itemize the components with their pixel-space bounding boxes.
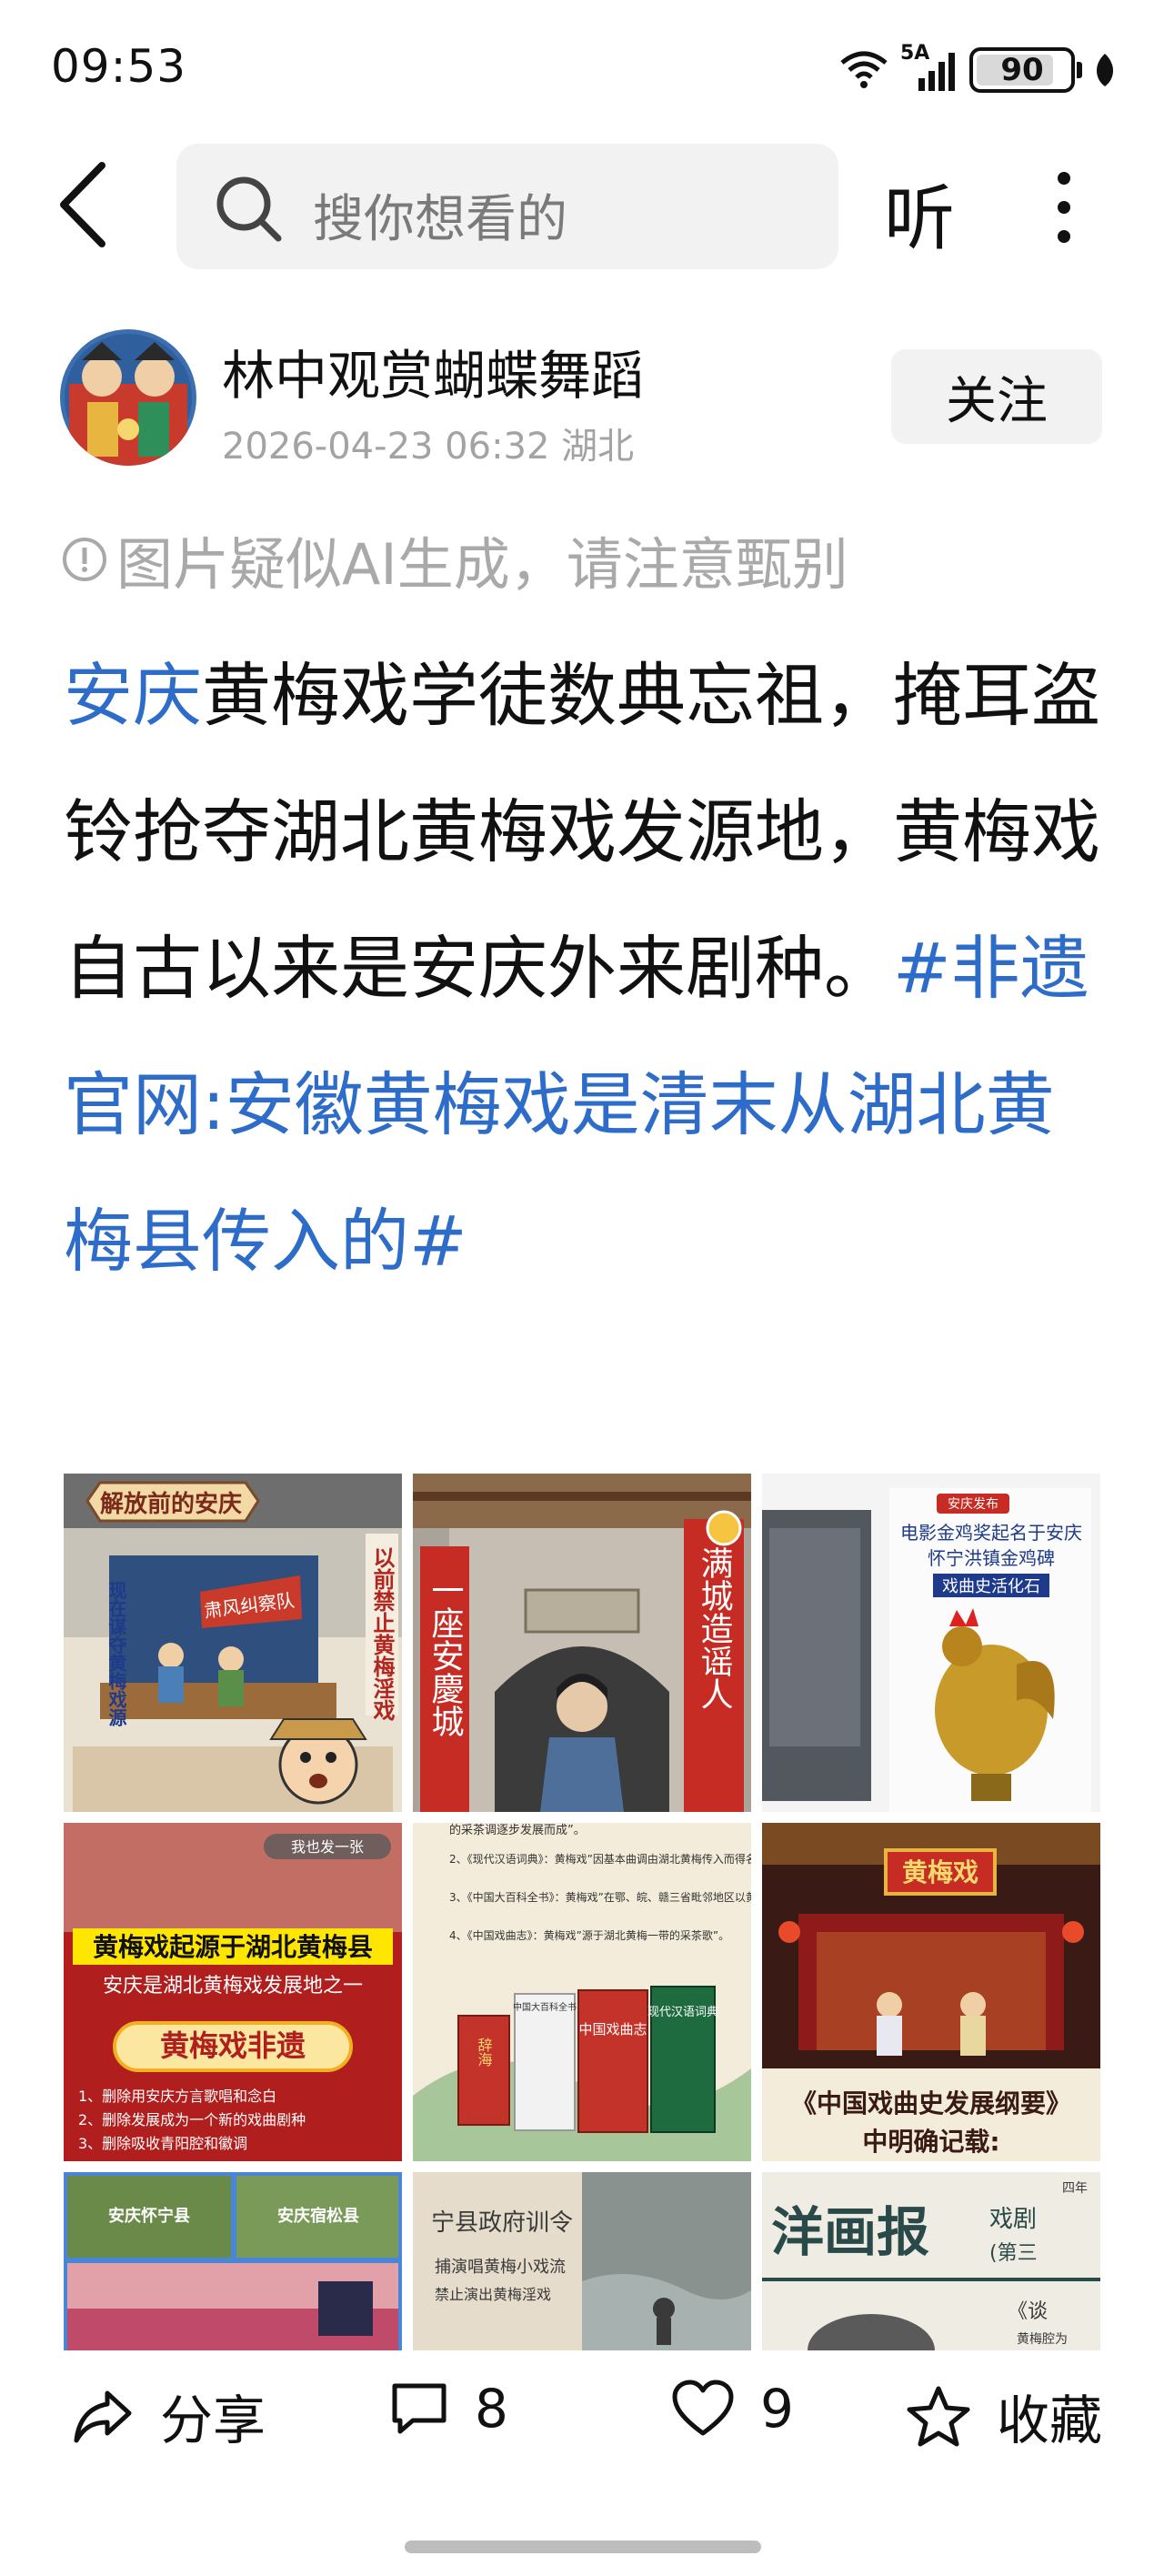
img9-side2: (第三 — [989, 2242, 1038, 2265]
post-meta: 2026-04-23 06:32 湖北 — [222, 426, 635, 468]
info-icon — [63, 538, 106, 581]
img4-item2: 2、删除发展成为一个新的戏曲剧种 — [78, 2111, 306, 2128]
ai-notice: 图片疑似AI生成，请注意甄别 — [60, 518, 848, 600]
comment-count: 8 — [475, 2378, 508, 2440]
post-image-7[interactable]: 安庆怀宁县 安庆宿松县 — [64, 2172, 402, 2350]
img6-caption1: 《中国戏曲史发展纲要》 — [791, 2088, 1071, 2118]
ai-notice-text: 图片疑似AI生成，请注意甄别 — [116, 531, 848, 598]
avatar[interactable] — [60, 329, 196, 466]
wifi-icon — [840, 51, 888, 88]
img2-right: 满城造谣人 — [696, 1546, 733, 1710]
img3-badge: 安庆发布 — [948, 1497, 998, 1512]
img3-line1: 电影金鸡奖起名于安庆 — [900, 1522, 1082, 1544]
img6-sign: 黄梅戏 — [902, 1857, 978, 1887]
img1-banner: 解放前的安庆 — [100, 1490, 242, 1518]
heart-icon — [672, 2380, 734, 2436]
battery-percent: 90 — [1000, 52, 1044, 88]
post-image-6[interactable]: 黄梅戏 《中国戏曲史发展纲要》 中明确记载: — [762, 1823, 1100, 2161]
favorite-button[interactable]: 收藏 — [906, 2378, 1102, 2454]
share-button[interactable]: 分享 — [71, 2378, 266, 2454]
status-icons: 5A 90 — [838, 42, 1117, 93]
location-link[interactable]: 安庆 — [64, 655, 202, 736]
img4-line2: 安庆是湖北黄梅戏发展地之一 — [103, 1975, 363, 1997]
listen-button[interactable]: 听 — [884, 162, 955, 264]
img7-label1: 安庆怀宁县 — [108, 2206, 190, 2226]
battery-icon: 90 — [969, 47, 1082, 93]
signal-icon: 5A — [900, 42, 958, 93]
comment-icon — [392, 2383, 447, 2434]
post-image-3[interactable]: 安庆发布 电影金鸡奖起名于安庆 怀宁洪镇金鸡碑 戏曲史活化石 — [762, 1474, 1100, 1812]
img4-item1: 1、删除用安庆方言歌唱和念白 — [78, 2088, 276, 2105]
leaf-icon — [1096, 54, 1114, 86]
like-button[interactable]: 9 — [671, 2378, 794, 2440]
img9-title: 洋画报 — [771, 2201, 929, 2263]
back-icon[interactable] — [44, 155, 125, 255]
img5-book1: 辞海 — [476, 2038, 493, 2067]
author-name[interactable]: 林中观赏蝴蝶舞蹈 — [222, 333, 644, 409]
status-time: 09:53 — [51, 40, 187, 93]
img9-bottom2: 黄梅腔为 — [1017, 2331, 1068, 2347]
img1-right: 以前禁止黄梅淫戏 — [369, 1546, 396, 1721]
comment-button[interactable]: 8 — [389, 2378, 508, 2440]
img8-text1: 宁县政府训令 — [431, 2209, 573, 2237]
more-icon[interactable] — [1037, 162, 1091, 253]
star-icon — [907, 2386, 970, 2447]
post-image-9[interactable]: 四年 洋画报 戏剧 (第三 《谈 黄梅腔为 — [762, 2172, 1100, 2350]
battery-level: 90 — [969, 47, 1075, 93]
img8-text2: 捕演唱黄梅小戏流 — [435, 2258, 566, 2277]
img9-bottom: 《谈 — [1008, 2300, 1048, 2323]
img5-top: 的采茶调逐步发展而成”。 — [449, 1823, 586, 1837]
post-image-2[interactable]: 一座安慶城 满城造谣人 — [413, 1474, 751, 1812]
post-image-8[interactable]: 宁县政府训令 捕演唱黄梅小戏流 禁止演出黄梅淫戏 — [413, 2172, 751, 2350]
img4-corner: 我也发一张 — [291, 1838, 364, 1856]
img9-side1: 戏剧 — [989, 2206, 1037, 2233]
img5-p4: 4、《中国戏曲志》：黄梅戏”源于湖北黄梅一带的采茶歌”。 — [449, 1928, 729, 1942]
img3-line2: 怀宁洪镇金鸡碑 — [928, 1547, 1055, 1569]
favorite-label: 收藏 — [997, 2390, 1103, 2451]
network-label: 5A — [900, 42, 930, 65]
search-icon — [216, 176, 282, 242]
img1-left: 现在谋夺黄梅戏源 — [105, 1581, 127, 1726]
post-image-1[interactable]: 解放前的安庆 肃风纠察队 现在谋夺黄梅戏源 以前禁止黄梅淫戏 — [64, 1474, 402, 1812]
img4-item3: 3、删除吸收青阳腔和徽调 — [78, 2135, 247, 2152]
img5-p3: 3、《中国大百科全书》：黄梅戏”在鄂、皖、赣三省毗邻地区以黄梅采茶调为主的民间歌… — [449, 1890, 751, 1904]
author-row: 林中观赏蝴蝶舞蹈 2026-04-23 06:32 湖北 关注 — [0, 318, 1164, 482]
home-indicator[interactable] — [405, 2541, 761, 2553]
img5-book4: 现代汉语词典 — [647, 2006, 718, 2019]
img4-line1: 黄梅戏起源于湖北黄梅县 — [93, 1932, 373, 1962]
like-count: 9 — [760, 2378, 794, 2440]
img5-book2: 中国大百科全书 — [513, 2001, 577, 2013]
share-icon — [74, 2390, 132, 2443]
post-image-5[interactable]: 的采茶调逐步发展而成”。 2、《现代汉语词典》：黄梅戏”因基本曲调由湖北黄梅传入… — [413, 1823, 751, 2161]
img3-line3: 戏曲史活化石 — [942, 1577, 1040, 1596]
bottom-action-bar: 分享 8 9 收藏 — [0, 2365, 1164, 2474]
share-label: 分享 — [160, 2390, 266, 2451]
post-text: 安庆黄梅戏学徒数典忘祖，掩耳盗铃抢夺湖北黄梅戏发源地，黄梅戏自古以来是安庆外来剧… — [64, 628, 1109, 1310]
img7-label2: 安庆宿松县 — [277, 2206, 359, 2226]
img8-text3: 禁止演出黄梅淫戏 — [435, 2286, 551, 2303]
img5-book3: 中国戏曲志 — [578, 2021, 647, 2038]
search-placeholder: 搜你想看的 — [313, 190, 567, 249]
img2-left: 一座安慶城 — [426, 1574, 465, 1737]
post-image-4[interactable]: 我也发一张 黄梅戏起源于湖北黄梅县 安庆是湖北黄梅戏发展地之一 黄梅戏非遗 1、… — [64, 1823, 402, 2161]
img4-title: 黄梅戏非遗 — [160, 2028, 306, 2063]
top-nav: 搜你想看的 听 — [0, 136, 1164, 282]
follow-button[interactable]: 关注 — [891, 349, 1102, 444]
img9-small: 四年 — [1062, 2181, 1088, 2196]
img5-p2: 2、《现代汉语词典》：黄梅戏”因基本曲调由湖北黄梅传入而得名”。 — [449, 1852, 751, 1866]
img6-caption2: 中明确记载: — [862, 2127, 999, 2157]
search-input[interactable]: 搜你想看的 — [176, 144, 838, 269]
status-bar: 09:53 5A 90 — [0, 0, 1164, 136]
